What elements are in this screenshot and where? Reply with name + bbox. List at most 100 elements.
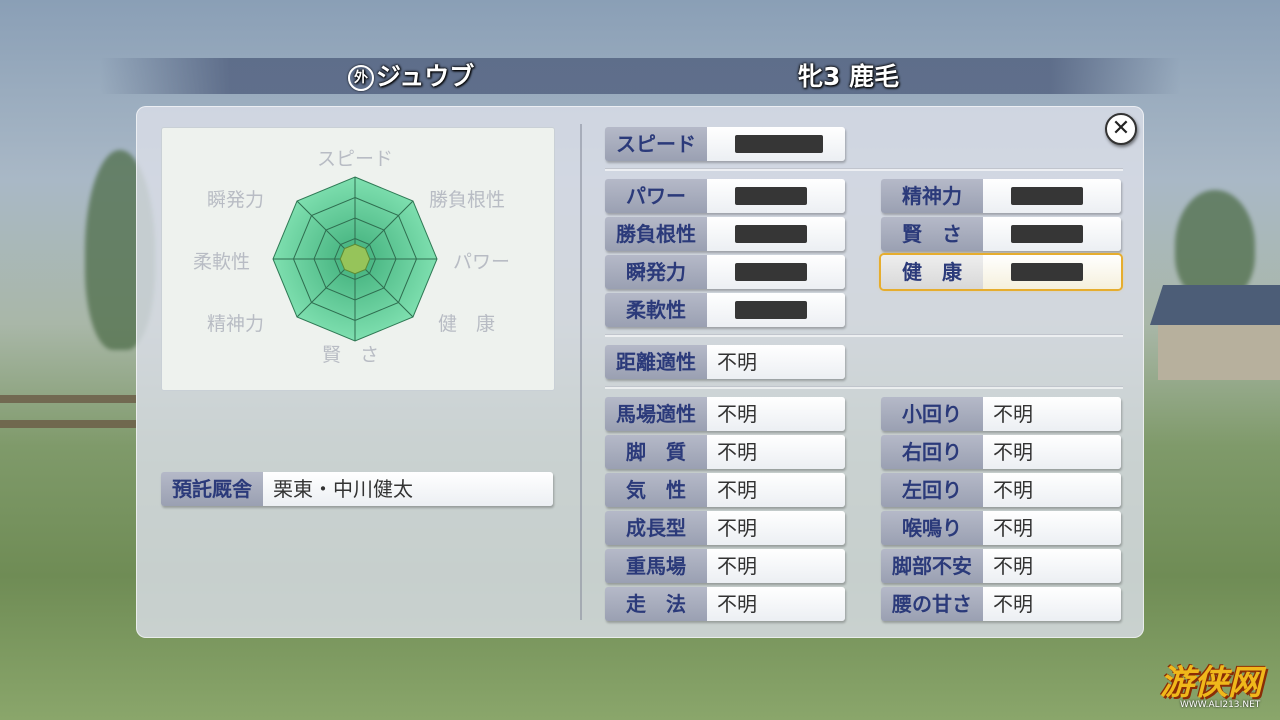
- stat-wisdom[interactable]: 賢 さ: [881, 217, 1121, 251]
- stat-label: 走 法: [605, 587, 707, 621]
- watermark-logo: 游侠网: [1160, 663, 1262, 703]
- background-barn: [1150, 285, 1280, 380]
- close-button[interactable]: ✕: [1105, 113, 1137, 145]
- stat-label: 賢 さ: [881, 217, 983, 251]
- stat-label: 瞬発力: [605, 255, 707, 289]
- stat-value: 不明: [983, 397, 1121, 431]
- horse-name: 外ジュウブ: [348, 60, 474, 94]
- stat-value: 不明: [983, 473, 1121, 507]
- header-band: [100, 58, 1180, 94]
- panel-divider: [580, 124, 582, 620]
- section-divider: [605, 334, 1123, 337]
- stat-value: 不明: [707, 549, 845, 583]
- radar-label-spirit: 精神力: [207, 313, 265, 335]
- stat-value-hidden: [983, 217, 1121, 251]
- stat-value: 不明: [707, 397, 845, 431]
- stat-guts[interactable]: 勝負根性: [605, 217, 845, 251]
- stat-value-hidden: [983, 255, 1121, 289]
- radar-label-power: パワー: [453, 251, 511, 273]
- stat-value-hidden: [983, 179, 1121, 213]
- watermark-url: WWW.ALI213.NET: [1180, 700, 1261, 710]
- hidden-value-bar: [735, 301, 807, 319]
- stat-value: 不明: [983, 587, 1121, 621]
- stat-label: 成長型: [605, 511, 707, 545]
- hidden-value-bar: [735, 187, 807, 205]
- horse-sex-age-color: 牝3 鹿毛: [798, 62, 900, 91]
- stat-label: 気 性: [605, 473, 707, 507]
- radar-label-wisdom: 賢 さ: [322, 344, 380, 366]
- aptitude-left-handed[interactable]: 左回り 不明: [881, 473, 1121, 507]
- stat-label: 距離適性: [605, 345, 707, 379]
- stat-burst[interactable]: 瞬発力: [605, 255, 845, 289]
- stat-label: 重馬場: [605, 549, 707, 583]
- aptitude-heavy-track[interactable]: 重馬場 不明: [605, 549, 845, 583]
- radar-value-area: [339, 243, 371, 275]
- stat-distance[interactable]: 距離適性 不明: [605, 345, 845, 379]
- stat-value: 不明: [707, 511, 845, 545]
- hidden-value-bar: [735, 263, 807, 281]
- aptitude-growth-type[interactable]: 成長型 不明: [605, 511, 845, 545]
- radar-label-guts: 勝負根性: [429, 189, 506, 211]
- hidden-value-bar: [735, 225, 807, 243]
- trainer-stable-value: 栗東・中川健太: [263, 472, 553, 506]
- stat-label: 左回り: [881, 473, 983, 507]
- stat-speed[interactable]: スピード: [605, 127, 845, 161]
- hidden-value-bar: [1011, 187, 1083, 205]
- aptitude-leg-trouble[interactable]: 脚部不安 不明: [881, 549, 1121, 583]
- aptitude-weak-hindquarters[interactable]: 腰の甘さ 不明: [881, 587, 1121, 621]
- stat-label: スピード: [605, 127, 707, 161]
- stat-value-hidden: [707, 255, 845, 289]
- aptitude-running-form[interactable]: 走 法 不明: [605, 587, 845, 621]
- trainer-stable-label: 預託厩舎: [161, 472, 263, 506]
- stat-value-hidden: [707, 127, 845, 161]
- stat-spirit[interactable]: 精神力: [881, 179, 1121, 213]
- stat-label: 小回り: [881, 397, 983, 431]
- stat-label: パワー: [605, 179, 707, 213]
- aptitude-right-handed[interactable]: 右回り 不明: [881, 435, 1121, 469]
- trainer-stable-row: 預託厩舎 栗東・中川健太: [161, 472, 553, 506]
- stat-label: 馬場適性: [605, 397, 707, 431]
- stat-value-hidden: [707, 217, 845, 251]
- hidden-value-bar: [735, 135, 823, 153]
- radar-label-flexibility: 柔軟性: [193, 251, 251, 273]
- hidden-value-bar: [1011, 225, 1083, 243]
- stat-value: 不明: [983, 511, 1121, 545]
- hidden-value-bar: [1011, 263, 1083, 281]
- stat-value: 不明: [707, 345, 845, 379]
- radar-label-burst: 瞬発力: [207, 189, 265, 211]
- stat-label: 右回り: [881, 435, 983, 469]
- stat-value-hidden: [707, 293, 845, 327]
- background-fence: [0, 420, 136, 428]
- stat-value-hidden: [707, 179, 845, 213]
- stat-health-selected[interactable]: 健 康: [881, 255, 1121, 289]
- stat-label: 脚 質: [605, 435, 707, 469]
- aptitude-track[interactable]: 馬場適性 不明: [605, 397, 845, 431]
- background-fence: [0, 395, 136, 403]
- aptitude-running-style[interactable]: 脚 質 不明: [605, 435, 845, 469]
- foreign-horse-mark: 外: [348, 65, 374, 91]
- stat-label: 柔軟性: [605, 293, 707, 327]
- background-tree: [1175, 190, 1255, 300]
- stat-label: 腰の甘さ: [881, 587, 983, 621]
- stat-value: 不明: [983, 549, 1121, 583]
- stat-value: 不明: [707, 473, 845, 507]
- stat-label: 脚部不安: [881, 549, 983, 583]
- stat-value: 不明: [707, 435, 845, 469]
- section-divider: [605, 168, 1123, 171]
- aptitude-tight-turns[interactable]: 小回り 不明: [881, 397, 1121, 431]
- radar-label-health: 健 康: [438, 313, 496, 335]
- stat-value: 不明: [983, 435, 1121, 469]
- stat-label: 喉鳴り: [881, 511, 983, 545]
- stat-value: 不明: [707, 587, 845, 621]
- aptitude-temperament[interactable]: 気 性 不明: [605, 473, 845, 507]
- stat-label: 勝負根性: [605, 217, 707, 251]
- ability-radar-chart: スピード 勝負根性 パワー 健 康 賢 さ 精神力 柔軟性 瞬発力: [161, 127, 555, 391]
- section-divider: [605, 386, 1123, 389]
- stat-label: 精神力: [881, 179, 983, 213]
- horse-name-text: ジュウブ: [376, 62, 475, 91]
- radar-label-speed: スピード: [317, 148, 394, 170]
- stat-flexibility[interactable]: 柔軟性: [605, 293, 845, 327]
- aptitude-roaring[interactable]: 喉鳴り 不明: [881, 511, 1121, 545]
- stat-power[interactable]: パワー: [605, 179, 845, 213]
- stat-label: 健 康: [881, 255, 983, 289]
